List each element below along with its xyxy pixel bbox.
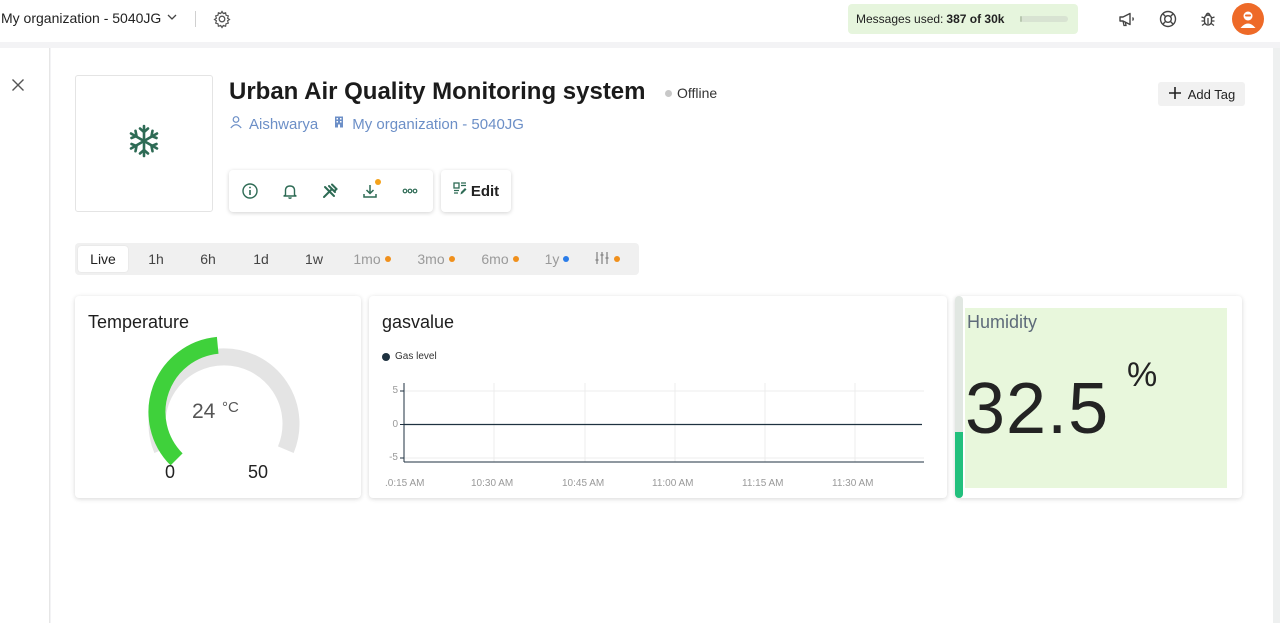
snowflake-icon (126, 123, 162, 164)
time-range-1y[interactable]: 1y (537, 246, 577, 272)
device-organization-link[interactable]: My organization - 5040JG (332, 115, 524, 133)
time-range-label: 6mo (481, 251, 509, 267)
messages-label: Messages used: (856, 12, 944, 26)
time-range-label: 1y (544, 251, 560, 267)
temperature-widget[interactable]: Temperature 24 °C 0 50 (75, 296, 361, 498)
temperature-value: 24 (192, 400, 216, 423)
device-status: Offline (665, 85, 717, 101)
humidity-unit: % (1127, 356, 1158, 394)
tools-icon (323, 183, 338, 198)
tools-button[interactable] (321, 182, 339, 200)
top-bar: My organization - 5040JG Messages used: … (0, 0, 1280, 42)
user-icon (229, 115, 243, 133)
humidity-widget[interactable]: Humidity 32.5 % (955, 296, 1242, 498)
download-button[interactable] (361, 179, 381, 200)
add-tag-button[interactable]: Add Tag (1158, 82, 1245, 106)
premium-dot (614, 256, 620, 262)
time-range-label: 1d (253, 251, 269, 267)
time-range-6h[interactable]: 6h (187, 246, 229, 272)
time-range-label: Live (90, 251, 116, 267)
device-owner: Aishwarya (249, 115, 319, 133)
chevron-down-icon (166, 11, 178, 26)
add-tag-label: Add Tag (1187, 86, 1236, 102)
messages-progress-bar (1020, 16, 1068, 22)
sliders-icon (594, 250, 610, 269)
gear-icon[interactable] (212, 9, 232, 29)
building-icon (332, 115, 346, 133)
info-button[interactable] (241, 182, 259, 200)
edit-dashboard-button[interactable]: Edit (441, 170, 511, 212)
time-range-label: 3mo (417, 251, 445, 267)
messages-usage[interactable]: Messages used: 387 of 30k (848, 4, 1078, 34)
humidity-level-track (955, 296, 963, 498)
edit-dashboard-icon (453, 182, 467, 200)
x-tick-label: 10:45 AM (562, 478, 605, 489)
x-tick-label: 10:30 AM (471, 478, 514, 489)
messages-value: 387 of 30k (946, 12, 1005, 26)
device-meta: Aishwarya My organization - 5040JG (229, 115, 538, 133)
close-icon[interactable] (10, 77, 26, 93)
premium-dot (563, 256, 570, 262)
divider (195, 11, 196, 27)
gasvalue-widget[interactable]: gasvalue Gas level 5 0 -5 .0:15 AM 10:30… (369, 296, 947, 498)
x-tick-label: .0:15 AM (385, 478, 425, 489)
humidity-value: 32.5 (965, 369, 1110, 449)
time-range-live[interactable]: Live (78, 246, 128, 272)
organization-selector[interactable]: My organization - 5040JG (1, 10, 178, 26)
device-owner-link[interactable]: Aishwarya (229, 115, 318, 133)
help-lifebuoy-icon[interactable] (1158, 9, 1178, 29)
temperature-gauge (148, 336, 300, 466)
organization-selector-label: My organization - 5040JG (1, 10, 162, 26)
device-title: Urban Air Quality Monitoring system (229, 78, 646, 105)
gauge-max: 50 (248, 462, 269, 482)
device-action-toolbar (229, 170, 433, 212)
more-dots-icon (402, 188, 418, 194)
premium-dot (384, 256, 391, 262)
gauge-min: 0 (165, 462, 176, 482)
temperature-unit: °C (222, 399, 239, 416)
time-range-label: 6h (200, 251, 216, 267)
edit-label: Edit (470, 182, 500, 200)
scrollbar-track[interactable] (1273, 48, 1280, 623)
gas-line-chart (400, 383, 924, 463)
time-range-label: 1w (305, 251, 323, 267)
info-icon (242, 183, 258, 199)
status-label: Offline (677, 85, 718, 101)
time-range-1mo[interactable]: 1mo (347, 246, 397, 272)
humidity-level-fill (955, 432, 963, 498)
user-avatar[interactable] (1232, 3, 1264, 35)
time-range-3mo[interactable]: 3mo (411, 246, 461, 272)
plus-icon (1168, 86, 1182, 103)
left-panel (0, 48, 50, 623)
notification-dot (375, 179, 381, 185)
bell-icon (283, 185, 297, 199)
megaphone-icon[interactable] (1117, 9, 1137, 29)
x-tick-label: 11:30 AM (832, 478, 874, 489)
time-range-selector: Live 1h 6h 1d 1w 1mo 3mo 6mo 1y (75, 243, 639, 275)
x-tick-label: 11:15 AM (742, 478, 784, 489)
device-organization: My organization - 5040JG (352, 115, 524, 133)
bug-icon[interactable] (1198, 9, 1218, 29)
time-range-6mo[interactable]: 6mo (475, 246, 525, 272)
more-button[interactable] (401, 182, 419, 200)
custom-range-button[interactable] (587, 246, 627, 272)
time-range-1d[interactable]: 1d (240, 246, 282, 272)
time-range-1h[interactable]: 1h (135, 246, 177, 272)
time-range-1w[interactable]: 1w (293, 246, 335, 272)
premium-dot (512, 256, 519, 262)
notifications-button[interactable] (281, 182, 299, 200)
time-range-label: 1h (148, 251, 164, 267)
x-tick-label: 11:00 AM (652, 478, 694, 489)
device-image (75, 75, 213, 212)
messages-progress-fill (1020, 16, 1022, 22)
widget-title: Humidity (967, 312, 1038, 332)
status-dot (665, 89, 672, 97)
premium-dot (448, 256, 455, 262)
time-range-label: 1mo (353, 251, 381, 267)
